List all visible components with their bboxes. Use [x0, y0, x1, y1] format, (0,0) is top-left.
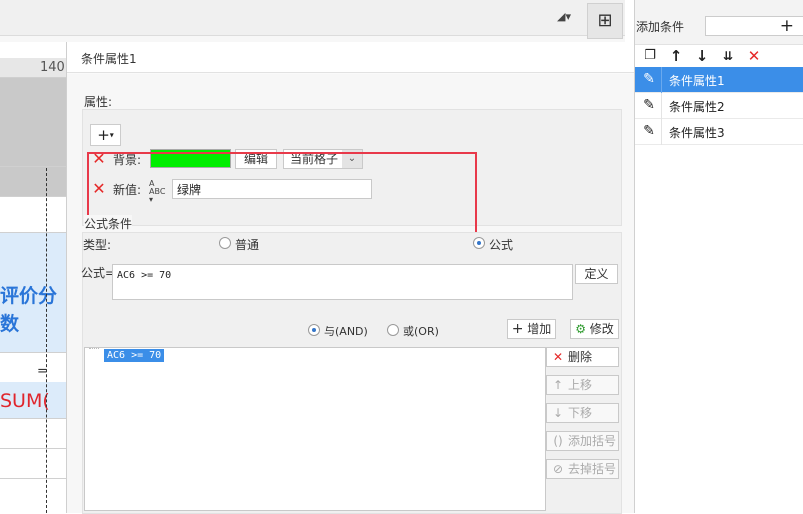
condition-item-label: 条件属性3: [669, 126, 725, 140]
background-label: 背景:: [113, 153, 142, 167]
attributes-label: 属性:: [84, 95, 113, 109]
scope-select[interactable]: 当前格子 ⌄: [283, 149, 363, 169]
condition-item-label: 条件属性2: [669, 100, 725, 114]
condition-item-2[interactable]: ✎ 条件属性2: [635, 93, 803, 119]
sheet-gray-band: [0, 78, 66, 196]
add-condition-button[interactable]: + 增加: [507, 319, 556, 339]
background-color-swatch[interactable]: [150, 149, 231, 168]
gear-icon: ⚙: [575, 322, 586, 336]
tree-connector: [89, 348, 99, 349]
item-separator: [661, 119, 662, 145]
delete-condition-label: 删除: [568, 350, 593, 364]
remove-bracket-icon: ⊘: [552, 462, 564, 476]
plus-icon: +: [97, 126, 110, 144]
plus-icon: +: [511, 321, 524, 337]
arrow-up-icon[interactable]: ↑: [667, 47, 685, 65]
condition-item-1[interactable]: ✎ 条件属性1: [635, 67, 803, 93]
arrow-down-icon[interactable]: ↓: [693, 47, 711, 65]
add-bracket-label: 添加括号: [568, 434, 617, 448]
remove-bracket-label: 去掉括号: [568, 462, 617, 476]
define-button[interactable]: 定义: [575, 264, 618, 284]
modify-condition-button[interactable]: ⚙ 修改: [570, 319, 619, 339]
chevron-down-icon: ▾: [109, 130, 114, 140]
arrow-down-icon: ↓: [552, 406, 564, 420]
remove-bracket-button[interactable]: ⊘ 去掉括号: [546, 459, 619, 479]
filter-sort-icon[interactable]: ◢▾: [557, 10, 571, 24]
panel-toolbar: ❐ ↑ ↓ ⇊ ✕: [635, 45, 803, 67]
edit-button[interactable]: 编辑: [235, 149, 277, 169]
copy-icon[interactable]: ❐: [641, 47, 659, 65]
item-separator: [661, 67, 662, 93]
add-condition-label: 增加: [527, 322, 552, 336]
row-divider: [0, 196, 66, 197]
ruler-label: 140: [40, 60, 65, 75]
condition-property-dialog: 条件属性1 属性: +▾ ✕ 背景: 编辑 当前格子 ⌄ ✕ 新值: A ABC ▾ …: [66, 42, 635, 514]
close-icon: ✕: [552, 350, 564, 364]
condition-list-item[interactable]: AC6 >= 70: [104, 349, 165, 362]
move-bottom-icon[interactable]: ⇊: [719, 47, 737, 65]
move-down-button[interactable]: ↓ 下移: [546, 403, 619, 423]
formula-input[interactable]: AC6 >= 70: [112, 264, 573, 300]
row-divider: [0, 448, 66, 449]
new-value-input[interactable]: 绿牌: [172, 179, 372, 199]
or-radio[interactable]: [387, 324, 399, 336]
type-normal-label[interactable]: 普通: [235, 236, 259, 253]
pencil-icon: ✎: [643, 123, 655, 139]
panel-title: 添加条件: [636, 20, 685, 34]
text-type-icon[interactable]: A ABC ▾: [149, 180, 167, 204]
chevron-down-icon[interactable]: ⌄: [342, 150, 362, 168]
formula-cell-text: SUM(: [0, 390, 50, 412]
delete-condition-button[interactable]: ✕ 删除: [546, 347, 619, 367]
condition-item-3[interactable]: ✎ 条件属性3: [635, 119, 803, 145]
modify-condition-label: 修改: [589, 322, 614, 336]
header-cell-text-line1: 评价分: [0, 285, 58, 307]
new-value-label: 新值:: [113, 183, 142, 197]
condition-item-label: 条件属性1: [669, 74, 725, 88]
layout-grid-icon[interactable]: ⊞: [587, 3, 623, 39]
row-divider: [0, 418, 66, 419]
condition-list-panel: 添加条件 + ❐ ↑ ↓ ⇊ ✕ ✎ 条件属性1 ✎ 条件属性2 ✎ 条件属性3: [634, 0, 803, 513]
type-label: 类型:: [83, 238, 112, 252]
header-cell-text-line2: 数: [0, 313, 20, 335]
remove-new-value-icon[interactable]: ✕: [91, 181, 107, 197]
bracket-icon: (): [553, 434, 563, 448]
row-divider: [0, 166, 66, 167]
type-normal-radio[interactable]: [219, 237, 231, 249]
arrow-up-icon: ↑: [552, 378, 564, 392]
item-separator: [661, 93, 662, 119]
condition-list[interactable]: [84, 347, 546, 511]
add-bracket-button[interactable]: () 添加括号: [546, 431, 619, 451]
type-formula-label[interactable]: 公式: [489, 236, 513, 253]
plus-icon[interactable]: +: [780, 16, 794, 36]
row-divider: [0, 478, 66, 479]
dialog-title: 条件属性1: [67, 42, 635, 73]
move-up-label: 上移: [568, 378, 593, 392]
formula-section-label: 公式条件: [84, 215, 133, 232]
type-formula-radio[interactable]: [473, 237, 485, 249]
scope-select-value: 当前格子: [290, 152, 339, 166]
move-up-button[interactable]: ↑ 上移: [546, 375, 619, 395]
row-divider: [0, 352, 66, 353]
move-down-label: 下移: [568, 406, 593, 420]
add-condition-box[interactable]: +: [705, 16, 803, 36]
panel-header: 添加条件 +: [635, 0, 803, 45]
and-radio[interactable]: [308, 324, 320, 336]
or-label[interactable]: 或(OR): [403, 323, 439, 339]
and-label[interactable]: 与(AND): [324, 323, 368, 339]
add-attribute-button[interactable]: +▾: [90, 124, 121, 146]
remove-background-icon[interactable]: ✕: [91, 151, 107, 167]
spreadsheet-area: 140 评价分 数 = SUM(: [0, 42, 66, 513]
top-toolbar: [0, 0, 625, 36]
page-break-line: [46, 168, 47, 513]
pencil-icon: ✎: [643, 71, 655, 87]
formula-label: 公式=: [81, 266, 116, 280]
delete-icon[interactable]: ✕: [745, 47, 763, 65]
pencil-icon: ✎: [643, 97, 655, 113]
